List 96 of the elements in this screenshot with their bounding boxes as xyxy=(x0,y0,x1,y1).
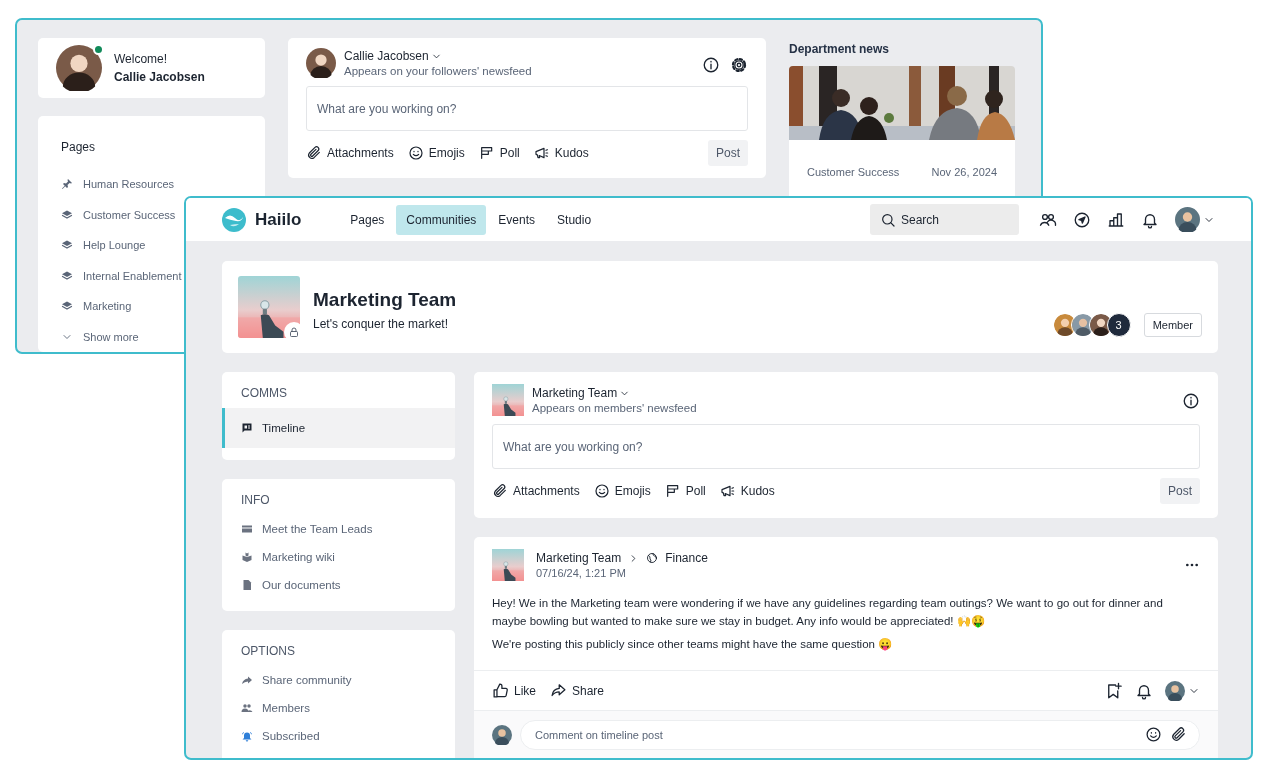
smiley-icon xyxy=(1145,726,1162,744)
info-button[interactable] xyxy=(1182,392,1200,410)
post-action[interactable]: Share xyxy=(550,682,605,700)
composer-action[interactable]: Poll xyxy=(478,145,520,161)
nav-tab[interactable]: Events xyxy=(488,204,546,235)
table-icon xyxy=(241,523,253,535)
author-link[interactable]: Marketing Team xyxy=(536,551,622,565)
avatar[interactable] xyxy=(1175,207,1200,232)
post-paragraph: Hey! We in the Marketing team were wondering if we have any guidelines regarding team outings? We want to go out for dinner and maybe bowling but wanted to make sure we stay in budget. Any info would be appreciated! 🙌🤑 xyxy=(492,596,1164,630)
composer-action[interactable]: Poll xyxy=(664,483,706,499)
composer-action[interactable]: Attachments xyxy=(306,145,394,161)
sidebar-item[interactable]: Meet the Team Leads xyxy=(222,515,455,543)
poll-icon xyxy=(664,483,681,499)
comment-field[interactable]: Comment on timeline post xyxy=(520,719,1200,750)
page-link[interactable]: Internal Enablement xyxy=(83,269,182,282)
brand-name: Haiilo xyxy=(255,209,302,230)
thumbs-up-icon xyxy=(492,682,509,700)
info-icon xyxy=(1182,392,1200,410)
avatar xyxy=(492,724,512,745)
post-button[interactable]: Post xyxy=(708,140,748,166)
post-button[interactable]: Post xyxy=(1160,478,1200,504)
info-button[interactable] xyxy=(702,56,720,74)
logo-icon xyxy=(222,207,246,232)
paperclip-icon xyxy=(306,145,322,161)
settings-icon xyxy=(730,56,748,74)
page-link[interactable]: Marketing xyxy=(83,300,132,313)
composer-action[interactable]: Emojis xyxy=(407,145,465,161)
section-title: COMMS xyxy=(240,386,288,400)
audience-text: Appears on members' newsfeed xyxy=(532,402,698,414)
post-input[interactable]: What are you working on? xyxy=(492,424,1200,469)
show-more-link[interactable]: Show more xyxy=(83,330,139,343)
news-category: Customer Success xyxy=(807,166,900,178)
page-link[interactable]: Help Lounge xyxy=(83,239,146,252)
wiki-icon xyxy=(241,551,253,563)
nav-tab[interactable]: Studio xyxy=(547,204,602,235)
attach-button[interactable] xyxy=(1170,726,1187,744)
news-date: Nov 26, 2024 xyxy=(931,166,997,178)
post-action[interactable]: Like xyxy=(492,682,536,700)
navigation-button[interactable] xyxy=(1073,210,1091,229)
smiley-icon xyxy=(593,483,610,499)
section-title: OPTIONS xyxy=(240,644,296,658)
sidebar-item[interactable]: Marketing wiki xyxy=(222,543,455,571)
section-title: Department news xyxy=(789,42,891,56)
poll-icon xyxy=(478,145,495,161)
composer-action[interactable]: Emojis xyxy=(593,483,651,499)
post-input[interactable]: What are you working on? xyxy=(306,86,748,131)
smiley-icon xyxy=(407,145,424,161)
audience-text: Appears on your followers' newsfeed xyxy=(344,65,533,77)
bookmark-plus-icon xyxy=(1105,681,1123,700)
nav-tab[interactable]: Communities xyxy=(396,204,487,235)
section-title: INFO xyxy=(240,493,271,507)
emoji-button[interactable] xyxy=(1145,726,1162,744)
sidebar-item[interactable]: Subscribed xyxy=(222,722,455,750)
sidebar-item[interactable]: Members xyxy=(222,694,455,722)
community-tagline: Let's conquer the market! xyxy=(313,317,450,331)
speech-bubble-icon xyxy=(241,422,253,434)
avatar xyxy=(56,45,102,91)
globe-icon xyxy=(646,552,659,564)
author-selector[interactable]: Marketing Team xyxy=(532,386,1174,400)
member-count[interactable]: 3 xyxy=(1106,313,1131,337)
greeting-text: Welcome! xyxy=(114,52,169,66)
page-link[interactable]: Customer Success xyxy=(83,208,176,221)
avatar xyxy=(306,48,336,78)
sidebar-item[interactable]: Share community xyxy=(222,666,455,694)
user-name: Callie Jacobsen xyxy=(114,70,205,84)
composer-action[interactable]: Kudos xyxy=(719,483,775,499)
layers-icon xyxy=(61,269,73,282)
megaphone-icon xyxy=(719,483,736,499)
sidebar-item[interactable]: Timeline xyxy=(222,408,455,448)
page-link[interactable]: Human Resources xyxy=(83,178,175,191)
search-icon xyxy=(880,211,896,228)
post-time: 07/16/24, 1:21 PM xyxy=(536,567,627,579)
author-selector[interactable]: Callie Jacobsen xyxy=(344,49,694,63)
nav-tab[interactable]: Pages xyxy=(340,204,395,235)
megaphone-icon xyxy=(533,145,550,161)
composer-action[interactable]: Attachments xyxy=(492,483,580,499)
analytics-button[interactable] xyxy=(1107,210,1125,229)
bookmark-button[interactable] xyxy=(1105,681,1123,700)
bar-chart-icon xyxy=(1107,210,1125,229)
document-icon xyxy=(241,579,253,591)
post-paragraph: We're posting this publicly since other teams might have the same question 😛 xyxy=(492,636,894,653)
composer-action[interactable]: Kudos xyxy=(533,145,589,161)
target-link[interactable]: Finance xyxy=(665,551,708,565)
settings-button[interactable] xyxy=(730,56,748,74)
search-field[interactable]: Search xyxy=(870,204,1019,235)
avatar[interactable] xyxy=(1165,680,1185,701)
info-icon xyxy=(702,56,720,74)
sidebar-item[interactable]: Our documents xyxy=(222,571,455,599)
paperclip-icon xyxy=(1170,726,1187,744)
lock-icon xyxy=(288,326,300,338)
community-name: Marketing Team xyxy=(313,289,458,311)
pin-icon xyxy=(61,178,73,191)
paperclip-icon xyxy=(492,483,508,499)
pages-title: Pages xyxy=(61,140,97,154)
membership-button[interactable]: Member xyxy=(1143,313,1202,337)
layers-icon xyxy=(61,208,73,221)
